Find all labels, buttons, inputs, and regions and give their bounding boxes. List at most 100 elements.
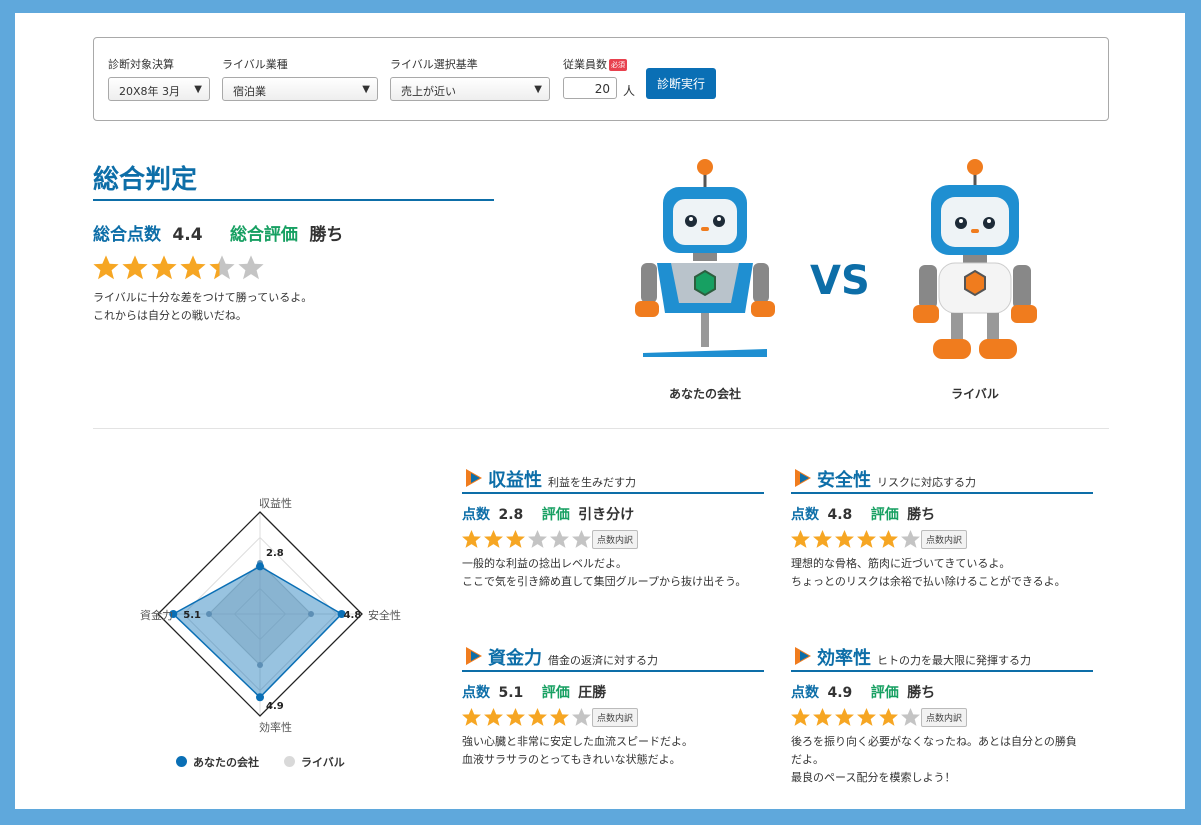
overall-score-line: 総合点数 4.4 総合評価 勝ち [93, 220, 343, 245]
legend-rival-label: ライバル [301, 756, 345, 769]
heading-underline [93, 199, 494, 201]
star-empty-icon [900, 707, 921, 728]
overall-star-rating [92, 254, 266, 286]
chevron-down-icon: ▼ [534, 84, 542, 95]
star-full-icon [121, 254, 149, 282]
category-subtitle: 利益を生みだす力 [548, 476, 636, 489]
star-full-icon [179, 254, 207, 282]
overall-desc-line: これからは自分との戦いだね。 [93, 309, 247, 322]
category-title: 資金力 借金の返済に対する力 [488, 644, 658, 670]
legend-dot [176, 756, 187, 767]
play-arrow-icon [466, 469, 482, 487]
employees-label-text: 従業員数 [563, 58, 607, 71]
category-desc-line: 一般的な利益の捻出レベルだよ。 [462, 557, 627, 570]
score-breakdown-button[interactable]: 点数内訳 [592, 530, 639, 549]
vs-text: VS [810, 258, 870, 304]
industry-value: 宿泊業 [233, 85, 266, 98]
star-full-icon [549, 707, 570, 728]
radar-axis-label: 収益性 [259, 497, 292, 510]
category-score-line: 点数 4.9 評価 勝ち [791, 682, 935, 702]
page-frame: 診断対象決算 20X8年 3月 ▼ ライバル業種 宿泊業 ▼ ライバル選択基準 … [15, 13, 1185, 809]
star-full-icon [461, 529, 482, 550]
legend-you: あなたの会社 [176, 754, 259, 770]
category-description: 後ろを振り向く必要がなくなったね。あとは自分との勝負 だよ。 最良のペース配分を… [791, 733, 1103, 787]
category-subtitle: リスクに対応する力 [877, 476, 976, 489]
run-diagnosis-button[interactable]: 診断実行 [646, 68, 716, 99]
category-eval-value: 勝ち [907, 507, 936, 523]
category-underline [462, 670, 764, 672]
star-full-icon [527, 707, 548, 728]
category-desc-line: 血液サラサラのとってもきれいな状態だよ。 [462, 753, 681, 766]
category-description: 理想的な骨格、筋肉に近づいてきているよ。 ちょっとのリスクは余裕で払い除けること… [791, 555, 1103, 591]
star-full-icon [812, 707, 833, 728]
radar-rival-point [308, 611, 314, 617]
category-score-label: 点数 [462, 685, 490, 701]
star-full-icon [834, 529, 855, 550]
overall-heading: 総合判定 [93, 165, 198, 195]
robot-rival-image [913, 159, 1037, 359]
category-star-rating [790, 707, 922, 732]
overall-desc-line: ライバルに十分な差をつけて勝っているよ。 [93, 291, 313, 304]
star-full-icon [790, 707, 811, 728]
score-breakdown-button[interactable]: 点数内訳 [921, 530, 968, 549]
employees-label: 従業員数 必須 [563, 56, 627, 72]
play-arrow-icon [795, 469, 811, 487]
category-eval-label: 評価 [541, 685, 570, 701]
overall-eval-label: 総合評価 [229, 225, 298, 245]
required-badge: 必須 [609, 59, 627, 71]
legend-dot [284, 756, 295, 767]
category-score-value: 2.8 [498, 507, 524, 523]
star-half-icon [208, 254, 236, 282]
play-arrow-icon [795, 647, 811, 665]
overall-score-label: 総合点数 [93, 225, 161, 245]
category-subtitle: ヒトの力を最大限に発揮する力 [877, 654, 1031, 667]
category-eval-label: 評価 [870, 507, 899, 523]
star-full-icon [150, 254, 178, 282]
star-full-icon [461, 707, 482, 728]
star-empty-icon [527, 529, 548, 550]
star-full-icon [483, 707, 504, 728]
play-arrow-icon [466, 647, 482, 665]
category-title: 安全性 リスクに対応する力 [817, 466, 976, 492]
legend-you-label: あなたの会社 [193, 756, 259, 769]
category-name: 収益性 [488, 470, 542, 491]
robot-you-image [635, 159, 775, 357]
category-underline [791, 670, 1093, 672]
radar-value-label: 4.9 [266, 701, 284, 713]
you-caption: あなたの会社 [668, 387, 741, 401]
score-breakdown-button[interactable]: 点数内訳 [592, 708, 639, 727]
category-desc-line: ここで気を引き締め直して集団グループから抜け出そう。 [462, 575, 747, 588]
category-score-line: 点数 5.1 評価 圧勝 [462, 682, 606, 702]
radar-you-area [172, 565, 343, 699]
category-name: 効率性 [817, 648, 871, 669]
overall-eval-value: 勝ち [309, 225, 344, 245]
category-title: 収益性 利益を生みだす力 [488, 466, 636, 492]
radar-rival-point [257, 662, 263, 668]
category-score-value: 5.1 [498, 685, 524, 701]
criteria-select[interactable]: 売上が近い ▼ [390, 77, 550, 101]
criteria-label: ライバル選択基準 [390, 58, 478, 71]
category-eval-value: 引き分け [578, 507, 635, 523]
rival-caption: ライバル [951, 387, 999, 401]
star-full-icon [878, 707, 899, 728]
category-score-label: 点数 [462, 507, 490, 523]
radar-you-point [256, 693, 264, 702]
legend-rival: ライバル [284, 754, 345, 770]
star-empty-icon [549, 529, 570, 550]
target-period-select[interactable]: 20X8年 3月 ▼ [108, 77, 210, 101]
industry-select[interactable]: 宿泊業 ▼ [222, 77, 378, 101]
chevron-down-icon: ▼ [362, 84, 370, 95]
category-score-line: 点数 4.8 評価 勝ち [791, 504, 935, 524]
employees-unit: 人 [623, 84, 636, 98]
star-full-icon [856, 529, 877, 550]
filter-panel: 診断対象決算 20X8年 3月 ▼ ライバル業種 宿泊業 ▼ ライバル選択基準 … [93, 37, 1109, 121]
score-breakdown-button[interactable]: 点数内訳 [921, 708, 968, 727]
chevron-down-icon: ▼ [194, 84, 202, 95]
radar-value-label: 4.8 [343, 610, 362, 621]
star-full-icon [834, 707, 855, 728]
category-desc-line: ちょっとのリスクは余裕で払い除けることができるよ。 [791, 575, 1066, 588]
category-title: 効率性 ヒトの力を最大限に発揮する力 [817, 644, 1031, 670]
overall-score-value: 4.4 [172, 225, 203, 245]
employees-input[interactable]: 20 [563, 77, 617, 99]
star-empty-icon [900, 529, 921, 550]
